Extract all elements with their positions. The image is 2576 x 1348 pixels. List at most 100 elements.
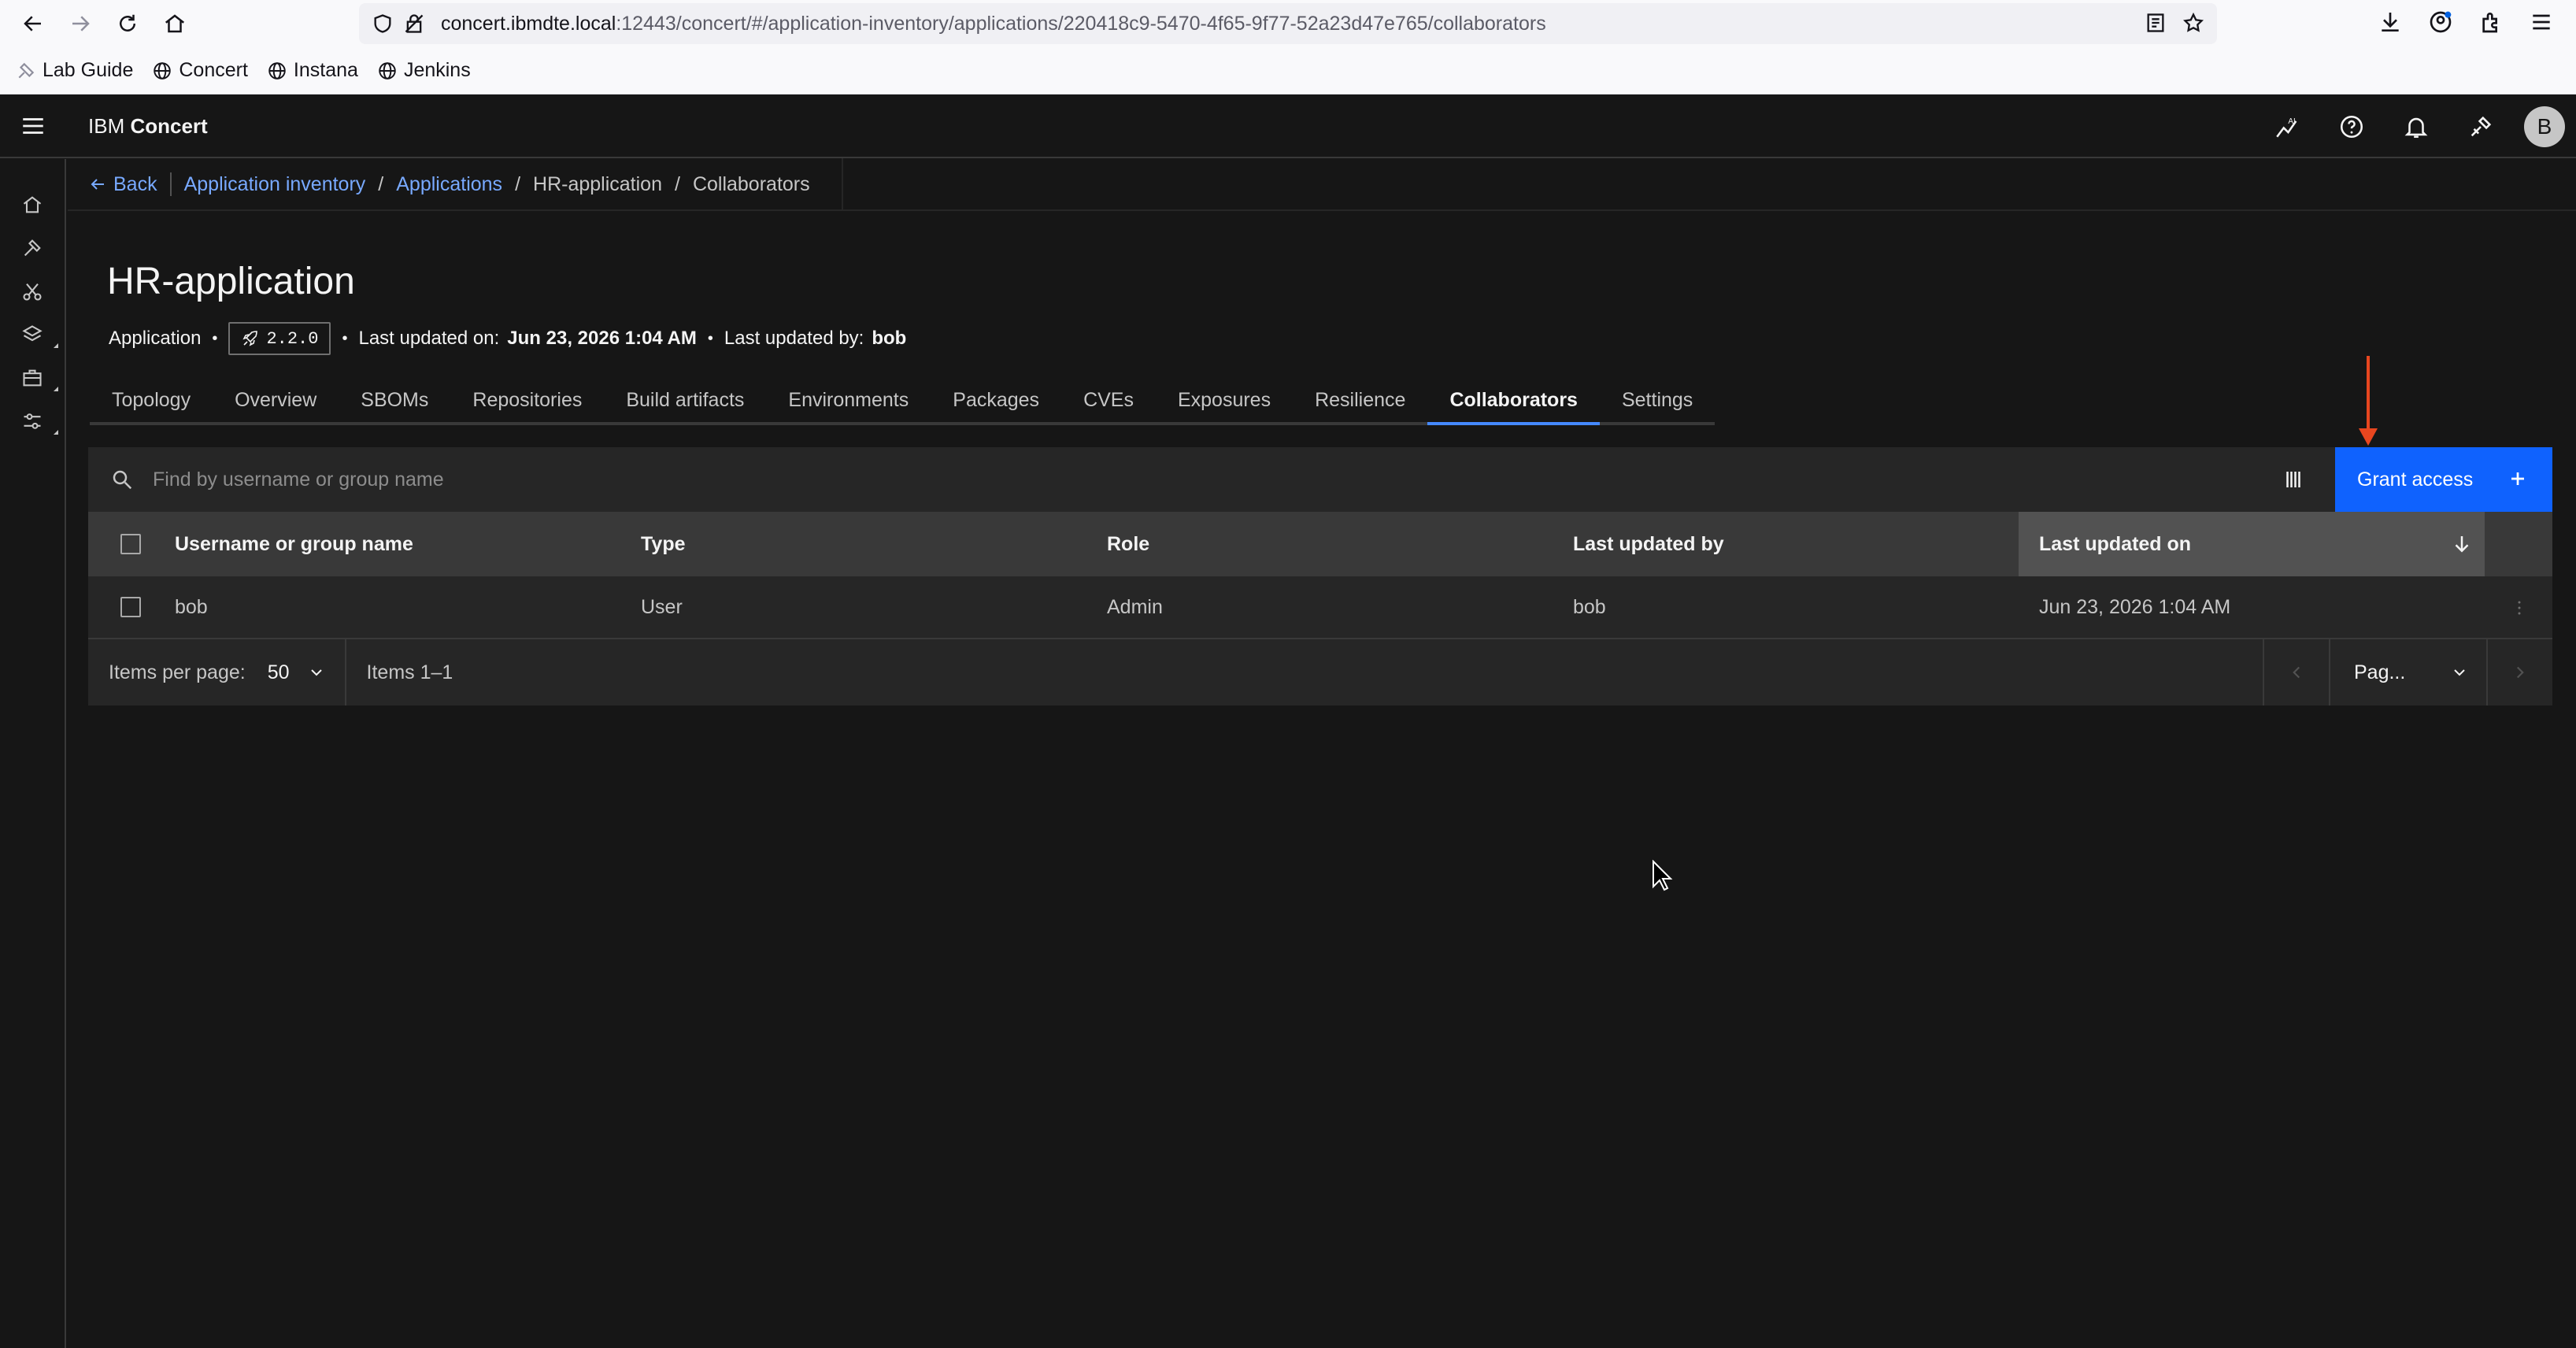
reader-view-icon[interactable] [2145, 12, 2167, 34]
annotation-arrow-icon [2359, 356, 2378, 446]
tab-overview[interactable]: Overview [213, 378, 339, 425]
items-per-page-select[interactable]: 50 [268, 661, 326, 684]
table-row[interactable]: bob User Admin bob Jun 23, 2026 1:04 AM [88, 576, 2552, 639]
ai-chart-icon: AI [2276, 117, 2297, 138]
svg-text:AI: AI [2288, 117, 2295, 126]
items-per-page-label: Items per page: [109, 661, 246, 683]
column-header-type[interactable]: Type [641, 533, 686, 556]
nav-integrations[interactable] [0, 269, 65, 313]
menu-icon [23, 118, 43, 134]
row-select-cell [88, 576, 173, 638]
bell-icon [2404, 117, 2428, 139]
crumb-applications[interactable]: Applications [396, 173, 502, 196]
tab-exposures[interactable]: Exposures [1155, 378, 1294, 425]
browser-menu-icon[interactable] [2529, 9, 2554, 35]
main-menu-button[interactable] [0, 94, 66, 157]
side-nav [0, 159, 66, 1348]
tab-packages[interactable]: Packages [931, 378, 1062, 425]
columns-icon [2286, 472, 2300, 487]
nav-portfolio[interactable] [0, 356, 65, 399]
globe-icon [154, 61, 172, 80]
crumb-application-inventory[interactable]: Application inventory [184, 173, 366, 196]
tab-topology[interactable]: Topology [90, 378, 213, 425]
column-header-last-updated-on[interactable]: Last updated on [2039, 533, 2191, 556]
search-input[interactable] [153, 448, 2200, 511]
settings-tools-button[interactable] [2448, 95, 2513, 158]
globe-icon [379, 61, 396, 80]
row-overflow-menu[interactable] [2486, 576, 2552, 639]
arrow-right-icon [72, 16, 90, 31]
items-range: Items 1–1 [366, 661, 453, 683]
crumb-separator: / [378, 172, 384, 195]
nav-build[interactable] [0, 226, 65, 269]
column-header-name[interactable]: Username or group name [175, 533, 413, 556]
tools-icon [2471, 116, 2492, 137]
grant-access-button[interactable]: Grant access [2335, 447, 2552, 512]
download-icon[interactable] [2378, 9, 2403, 35]
column-header-role[interactable]: Role [1107, 533, 1149, 556]
chevron-down-icon [310, 669, 322, 676]
browser-home-button[interactable] [151, 0, 198, 47]
column-settings-button[interactable] [2261, 447, 2326, 512]
pagination: Items per page: 50 Items 1–1 Pag... [88, 639, 2552, 705]
select-all-checkbox[interactable] [120, 534, 141, 554]
row-checkbox[interactable] [120, 597, 141, 617]
expand-indicator [54, 430, 58, 435]
sort-descending-icon[interactable] [2450, 532, 2474, 556]
url-text: concert.ibmdte.local:12443/concert/#/app… [441, 12, 1546, 35]
browser-reload-button[interactable] [104, 0, 151, 47]
browser-back-button[interactable] [9, 0, 57, 47]
tab-collaborators[interactable]: Collaborators [1427, 378, 1600, 425]
bookmark-lab-guide[interactable]: Lab Guide [16, 59, 133, 82]
version-tag: 2.2.0 [228, 322, 331, 355]
bookmark-concert[interactable]: Concert [152, 59, 248, 82]
tab-build-artifacts[interactable]: Build artifacts [604, 378, 767, 425]
tab-sboms[interactable]: SBOMs [339, 378, 451, 425]
shield-icon[interactable] [372, 13, 394, 35]
grant-access-label: Grant access [2357, 468, 2474, 491]
product-name[interactable]: IBM Concert [88, 114, 208, 139]
collaborators-table: Username or group name Type Role Last up… [88, 512, 2552, 639]
column-header-last-updated-by[interactable]: Last updated by [1573, 533, 1724, 556]
notifications-button[interactable] [2384, 95, 2448, 158]
back-link[interactable]: Back [88, 173, 157, 196]
arrow-left-icon [24, 16, 41, 31]
tab-environments[interactable]: Environments [766, 378, 931, 425]
version-value: 2.2.0 [266, 328, 319, 349]
tab-cves[interactable]: CVEs [1061, 378, 1156, 425]
tab-settings[interactable]: Settings [1599, 378, 1715, 425]
pagination-divider [344, 639, 346, 705]
next-page-button[interactable] [2486, 639, 2552, 705]
user-avatar[interactable]: B [2524, 106, 2565, 147]
extensions-icon[interactable] [2478, 9, 2504, 35]
table-toolbar: Grant access [88, 447, 2552, 512]
ai-assistant-button[interactable]: AI [2255, 95, 2319, 158]
page-select[interactable]: Pag... [2329, 639, 2486, 705]
cell-name: bob [175, 595, 208, 618]
overflow-menu-icon [2518, 601, 2521, 615]
bookmark-instana[interactable]: Instana [267, 59, 358, 82]
layers-icon [22, 324, 43, 341]
cell-role: Admin [1107, 595, 1163, 618]
meta-dot: • [707, 329, 713, 347]
last-updated-on-value: Jun 23, 2026 1:04 AM [507, 328, 697, 349]
bookmark-star-icon[interactable] [2182, 12, 2204, 34]
lab-guide-icon [18, 62, 35, 78]
nav-administration[interactable] [0, 399, 65, 443]
account-icon[interactable] [2428, 9, 2453, 35]
breadcrumb-end-divider [841, 158, 843, 210]
bookmarks-bar: Lab Guide Concert Instana Jenkins [0, 47, 2576, 94]
help-button[interactable] [2319, 95, 2384, 158]
back-label: Back [113, 172, 157, 195]
nav-inventory[interactable] [0, 313, 65, 356]
previous-page-button[interactable] [2263, 639, 2329, 705]
expand-indicator [54, 343, 58, 348]
address-bar[interactable]: concert.ibmdte.local:12443/concert/#/app… [359, 3, 2217, 44]
plus-icon [2511, 472, 2524, 485]
tab-repositories[interactable]: Repositories [450, 378, 605, 425]
browser-forward-button[interactable] [57, 0, 104, 47]
bookmark-jenkins[interactable]: Jenkins [377, 59, 471, 82]
lock-icon[interactable] [403, 13, 425, 35]
tab-resilience[interactable]: Resilience [1293, 378, 1428, 425]
nav-home[interactable] [0, 183, 65, 226]
